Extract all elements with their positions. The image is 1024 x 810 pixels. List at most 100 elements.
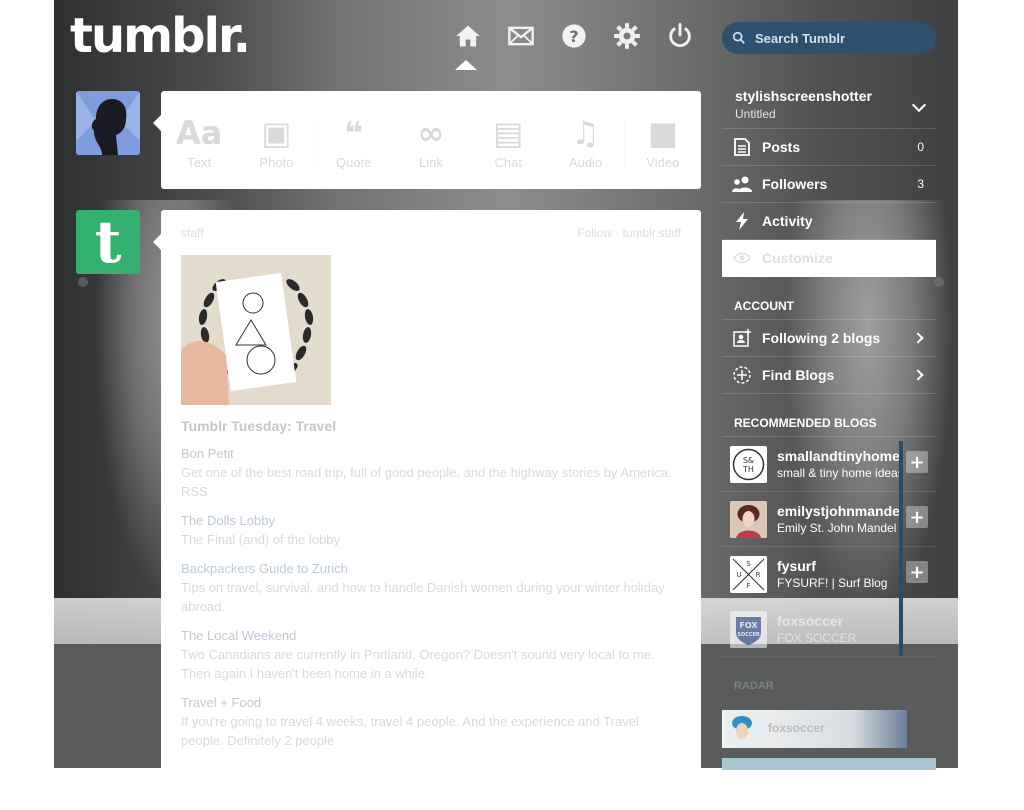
post-section-text: If you're going to travel 4 weeks, trave… (181, 714, 639, 748)
post-section-title[interactable]: Backpackers Guide to Zurich (181, 559, 681, 578)
sidebar-item-label: Followers (762, 176, 828, 192)
home-icon[interactable] (454, 22, 482, 50)
recommended-blog-name: smallandtinyhome (777, 448, 899, 464)
avatar-pointer (153, 234, 161, 250)
sidebar-item-activity[interactable]: Activity (722, 203, 936, 240)
post-type-label: Chat (494, 154, 522, 170)
post-type-photo[interactable]: ▣ Photo (238, 113, 316, 171)
help-icon[interactable]: ? (560, 22, 588, 50)
post-section-title[interactable]: Travel + Food (181, 693, 681, 712)
recommended-blog[interactable]: emilystjohnmande Emily St. John Mandel + (722, 492, 936, 547)
sidebar-item-customize[interactable]: Customize (722, 240, 936, 277)
recommended-blog[interactable]: FOX SOCCER foxsoccer FOX SOCCER (722, 602, 936, 657)
post-photo[interactable] (181, 255, 331, 405)
post-section-text: The Final (and) of the lobby (181, 532, 340, 547)
sidebar-item-followers[interactable]: Followers 3 (722, 166, 936, 203)
post-section-text: Tips on travel, survival, and how to han… (181, 580, 665, 614)
settings-icon[interactable] (613, 22, 641, 50)
recommended-scroll-indicator (899, 441, 903, 656)
post-type-audio[interactable]: ♫ Audio (547, 113, 625, 171)
recommended-blog[interactable]: SU RF fysurf FYSURF! | Surf Blog + (722, 547, 936, 602)
user-avatar[interactable] (76, 91, 140, 155)
blog-avatar: S& TH (730, 445, 767, 483)
new-post-box: Aa Text ▣ Photo ❝ Quote ∞ Link ▤ Chat ♫ … (161, 91, 701, 189)
post-section-text: Two Canadians are currently in Portland,… (181, 647, 655, 681)
svg-text:R: R (756, 571, 761, 579)
blog-switcher[interactable]: stylishscreenshotter Untitled (722, 78, 936, 129)
post-type-chat[interactable]: ▤ Chat (470, 113, 548, 171)
sidebar-item-label: Following 2 blogs (762, 330, 881, 346)
account-heading: ACCOUNT (722, 277, 936, 320)
post-section-text: Get one of the best road trip, full of g… (181, 465, 672, 499)
recommended-blog[interactable]: S& TH smallandtinyhome small & tiny home … (722, 437, 936, 492)
blog-avatar: SU RF (730, 555, 767, 593)
chevron-right-icon (912, 369, 924, 381)
chevron-right-icon (912, 332, 924, 344)
find-blogs-icon (733, 366, 751, 384)
post-type-label: Text (187, 154, 212, 170)
portrait-avatar-icon (730, 500, 767, 538)
power-icon[interactable] (666, 22, 694, 50)
radar-item[interactable]: foxsoccer (722, 710, 907, 748)
silhouette-icon (76, 91, 140, 155)
sidebar-item-find-blogs[interactable]: Find Blogs (722, 357, 936, 394)
nav-active-caret (455, 60, 477, 70)
recommended-blog-desc: FYSURF! | Surf Blog (777, 576, 888, 590)
eye-icon (733, 252, 751, 264)
recommended-blog-name: foxsoccer (777, 613, 844, 629)
radar-avatar-icon (724, 711, 760, 747)
follow-plus-icon[interactable]: + (906, 561, 928, 583)
svg-text:SOCCER: SOCCER (737, 632, 760, 638)
radar-image-strip (722, 758, 936, 770)
chevron-down-icon (911, 97, 927, 113)
radar-section: RADAR foxsoccer (722, 680, 936, 770)
post-type-link[interactable]: ∞ Link (393, 113, 471, 171)
wreath-illustration (181, 255, 331, 405)
follow-plus-icon[interactable]: + (906, 451, 928, 473)
recommended-blog-name: emilystjohnmande (777, 503, 899, 519)
sidebar-item-following[interactable]: Following 2 blogs (722, 320, 936, 357)
post-section-title[interactable]: The Dolls Lobby (181, 511, 681, 530)
dashboard-post: staff Follow · tumblr.staff Tumblr Tuesd… (161, 210, 701, 810)
avatar-pointer (153, 115, 161, 131)
post-author[interactable]: staff (181, 226, 203, 240)
post-title: Tumblr Tuesday: Travel (181, 418, 337, 434)
activity-icon (736, 212, 748, 230)
tumblr-logo[interactable]: tumblr. (70, 8, 251, 64)
decor-dot (78, 277, 88, 287)
camera-icon: ▣ (261, 113, 292, 152)
post-type-text[interactable]: Aa Text (161, 113, 239, 171)
sidebar-item-label: Activity (762, 213, 813, 229)
mail-icon[interactable] (507, 22, 535, 50)
svg-text:U: U (736, 571, 741, 579)
post-type-label: Quote (335, 154, 372, 170)
post-section-title[interactable]: The Local Weekend (181, 626, 681, 645)
search-input[interactable] (753, 29, 927, 47)
post-section-title[interactable]: Bon Petit (181, 444, 681, 463)
recommended-blog-desc: small & tiny home ideas (777, 466, 899, 480)
post-type-quote[interactable]: ❝ Quote (316, 113, 393, 171)
sidebar: stylishscreenshotter Untitled Posts 0 Fo… (722, 78, 936, 657)
post-type-video[interactable]: ■ Video (625, 113, 701, 171)
chat-icon: ▤ (493, 113, 524, 152)
link-icon: ∞ (417, 113, 445, 152)
post-section: Bon Petit Get one of the best road trip,… (181, 444, 681, 501)
search-bar[interactable] (722, 22, 936, 54)
followers-icon (732, 176, 752, 192)
search-icon (732, 31, 745, 44)
post-type-label: Audio (568, 154, 603, 170)
post-section: The Local Weekend Two Canadians are curr… (181, 626, 681, 683)
sidebar-item-posts[interactable]: Posts 0 (722, 129, 936, 166)
svg-text:S&: S& (743, 456, 754, 465)
video-camera-icon: ■ (647, 113, 678, 152)
post-meta[interactable]: Follow · tumblr.staff (577, 226, 681, 240)
quote-icon: ❝ (344, 113, 364, 152)
headphones-icon: ♫ (571, 113, 600, 152)
post-section: The Dolls Lobby The Final (and) of the l… (181, 511, 681, 549)
post-section: Backpackers Guide to Zurich Tips on trav… (181, 559, 681, 616)
recommended-heading: RECOMMENDED BLOGS (722, 394, 936, 437)
follow-plus-icon[interactable]: + (906, 506, 928, 528)
staff-avatar[interactable]: t (76, 208, 140, 276)
blog-name: stylishscreenshotter (735, 88, 872, 104)
recommended-blog-desc: Emily St. John Mandel (777, 521, 897, 535)
